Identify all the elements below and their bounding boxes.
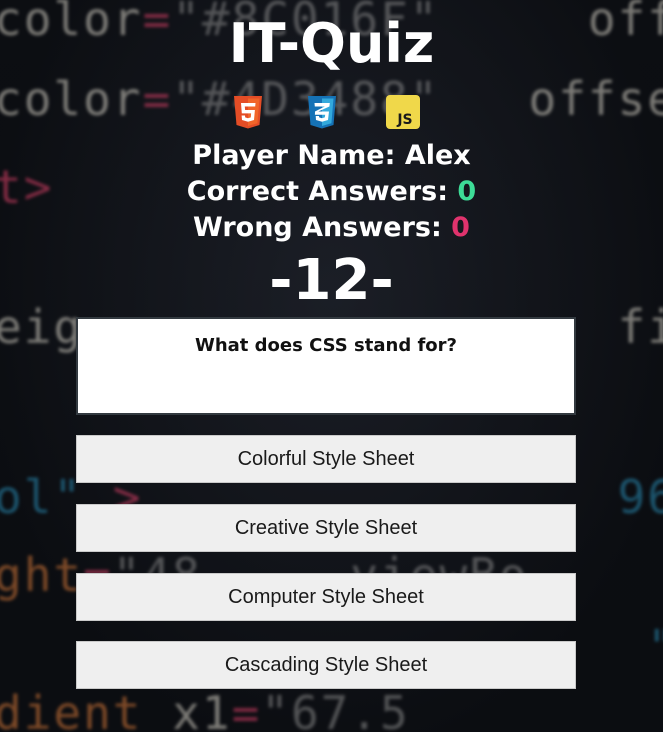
player-name-value: Alex	[404, 140, 471, 171]
question-box: What does CSS stand for?	[76, 317, 576, 415]
wrong-answers-line: Wrong Answers: 0	[0, 212, 663, 243]
correct-answers-label: Correct Answers:	[186, 176, 458, 207]
answer-button-3[interactable]: Computer Style Sheet	[76, 573, 576, 621]
correct-answers-line: Correct Answers: 0	[0, 176, 663, 207]
answer-button-1[interactable]: Colorful Style Sheet	[76, 435, 576, 483]
correct-answers-count: 0	[457, 176, 477, 207]
javascript-icon-label: JS	[396, 112, 412, 128]
answer-button-4[interactable]: Cascading Style Sheet	[76, 641, 576, 689]
answer-button-2[interactable]: Creative Style Sheet	[76, 504, 576, 552]
html5-icon	[234, 96, 262, 129]
page-title: IT-Quiz	[228, 12, 435, 75]
javascript-icon: JS	[386, 95, 420, 129]
wrong-answers-label: Wrong Answers:	[193, 212, 452, 243]
quiz-container: IT-Quiz JS Player Name: Alex Correct Ans…	[0, 0, 663, 732]
tech-icons-row: JS	[0, 94, 663, 132]
question-counter: -12-	[269, 248, 394, 313]
wrong-answers-count: 0	[451, 212, 470, 243]
question-text: What does CSS stand for?	[194, 335, 457, 356]
player-name-line: Player Name: Alex	[0, 140, 663, 171]
css3-icon	[308, 96, 336, 129]
player-name-label: Player Name:	[192, 140, 405, 171]
